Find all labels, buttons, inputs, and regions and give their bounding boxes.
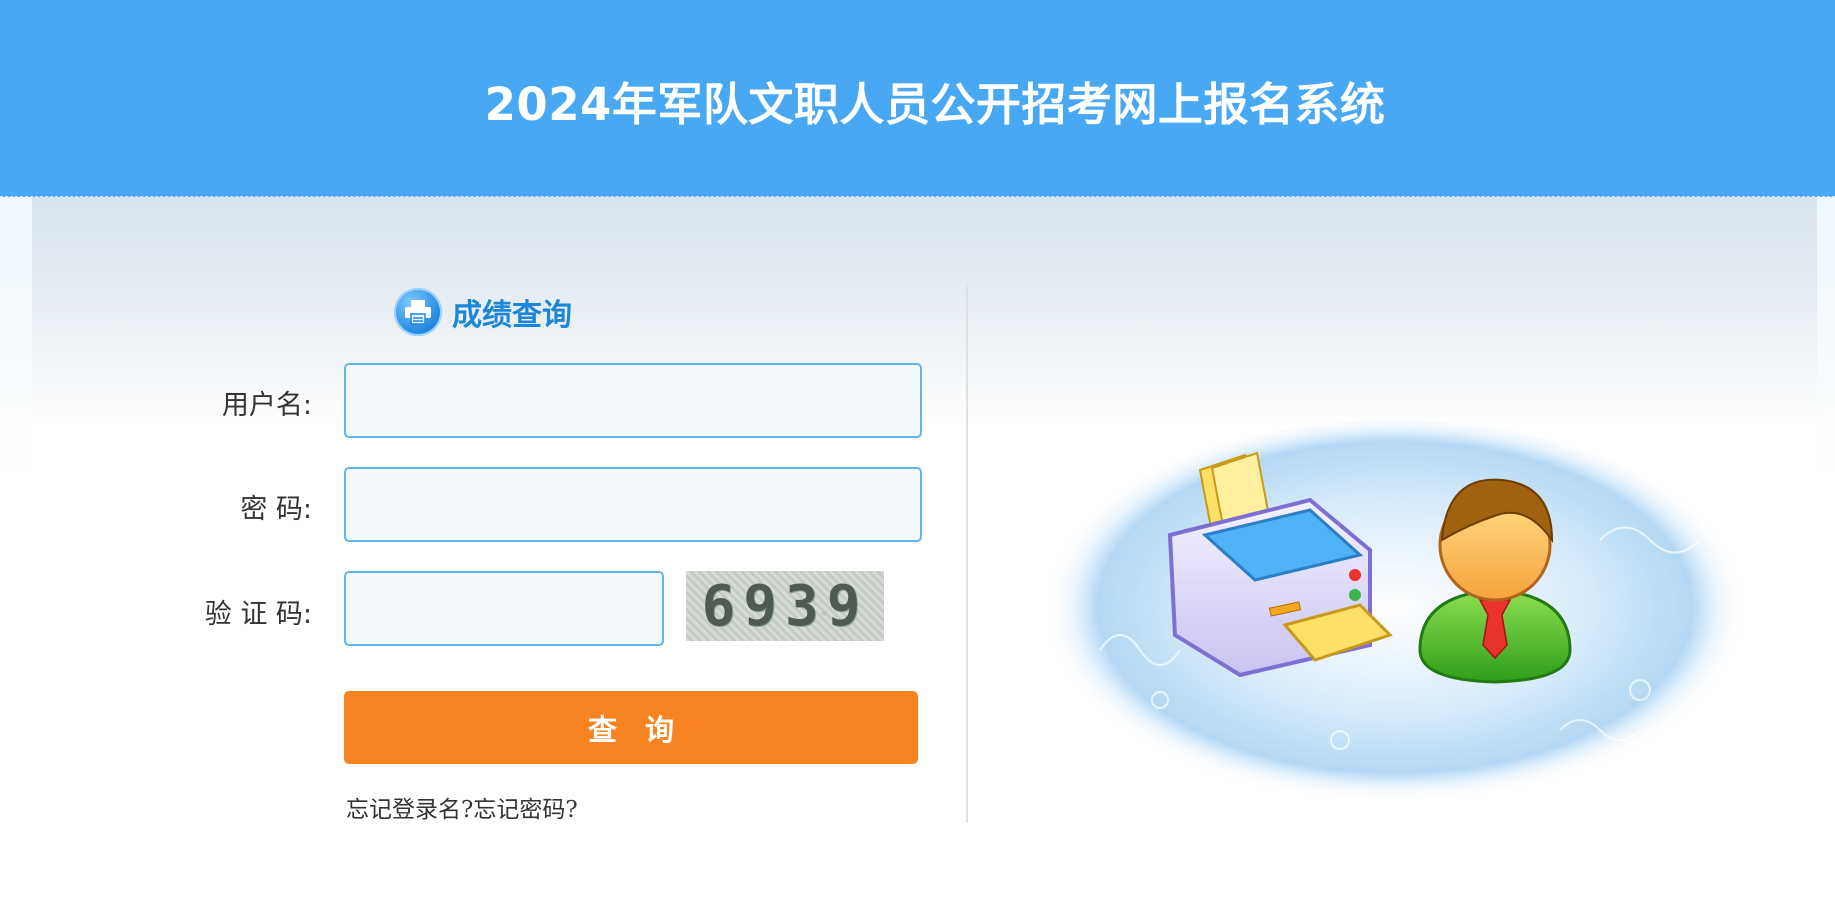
side-decoration-right <box>1817 197 1835 477</box>
form-heading: 成绩查询 <box>394 288 572 336</box>
side-decoration-left <box>0 197 32 477</box>
captcha-label: 验 证 码: <box>204 599 312 630</box>
username-label: 用户名: <box>221 390 312 421</box>
forgot-username-link[interactable]: 忘记登录名? <box>346 797 473 823</box>
form-title: 成绩查询 <box>452 298 572 333</box>
captcha-image[interactable]: 6939 <box>686 571 884 641</box>
password-label: 密 码: <box>240 494 312 525</box>
page-header: 2024年军队文职人员公开招考网上报名系统 <box>0 0 1835 197</box>
forgot-password-link[interactable]: 忘记密码? <box>473 797 577 823</box>
page-title: 2024年军队文职人员公开招考网上报名系统 <box>484 78 1386 131</box>
printer-icon <box>394 288 442 336</box>
query-button[interactable]: 查询 <box>344 691 918 764</box>
captcha-text: 6939 <box>701 573 869 639</box>
forgot-links: 忘记登录名?忘记密码? <box>346 790 578 824</box>
vertical-divider <box>966 286 968 823</box>
password-input[interactable] <box>344 467 922 542</box>
captcha-input[interactable] <box>344 571 664 646</box>
username-input[interactable] <box>344 363 922 438</box>
printer-user-illustration <box>1045 420 1745 810</box>
